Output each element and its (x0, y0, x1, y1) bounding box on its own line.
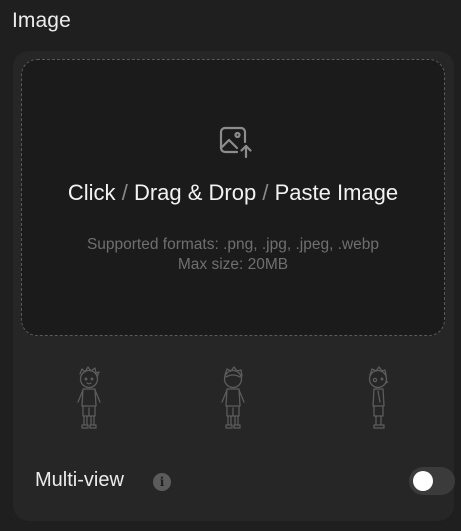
upload-hint: Supported formats: .png, .jpg, .jpeg, .w… (22, 235, 444, 275)
character-back-icon[interactable] (213, 364, 253, 432)
separator: / (262, 180, 269, 205)
character-side-icon[interactable] (358, 364, 398, 432)
image-input-root: Image Click / Drag & Drop / Paste Image … (0, 0, 461, 531)
separator: / (121, 180, 128, 205)
character-front-icon[interactable] (69, 364, 109, 432)
paste-image-action[interactable]: Paste Image (275, 180, 399, 205)
supported-formats-text: Supported formats: .png, .jpg, .jpeg, .w… (86, 236, 380, 253)
image-upload-icon (219, 126, 252, 159)
multiview-row: Multi-view i (35, 463, 455, 499)
image-dropzone[interactable]: Click / Drag & Drop / Paste Image Suppor… (21, 59, 445, 336)
multiview-toggle[interactable] (409, 467, 455, 495)
image-panel: Click / Drag & Drop / Paste Image Suppor… (13, 51, 455, 521)
max-size-text: Max size: 20MB (177, 256, 289, 273)
upload-actions: Click / Drag & Drop / Paste Image (22, 180, 444, 206)
info-icon[interactable]: i (153, 473, 171, 491)
toggle-knob (413, 471, 433, 491)
section-title: Image (12, 9, 71, 32)
multiview-label: Multi-view (35, 469, 124, 491)
view-thumbnails (13, 356, 454, 436)
click-action[interactable]: Click (68, 180, 116, 205)
drag-drop-action[interactable]: Drag & Drop (134, 180, 256, 205)
